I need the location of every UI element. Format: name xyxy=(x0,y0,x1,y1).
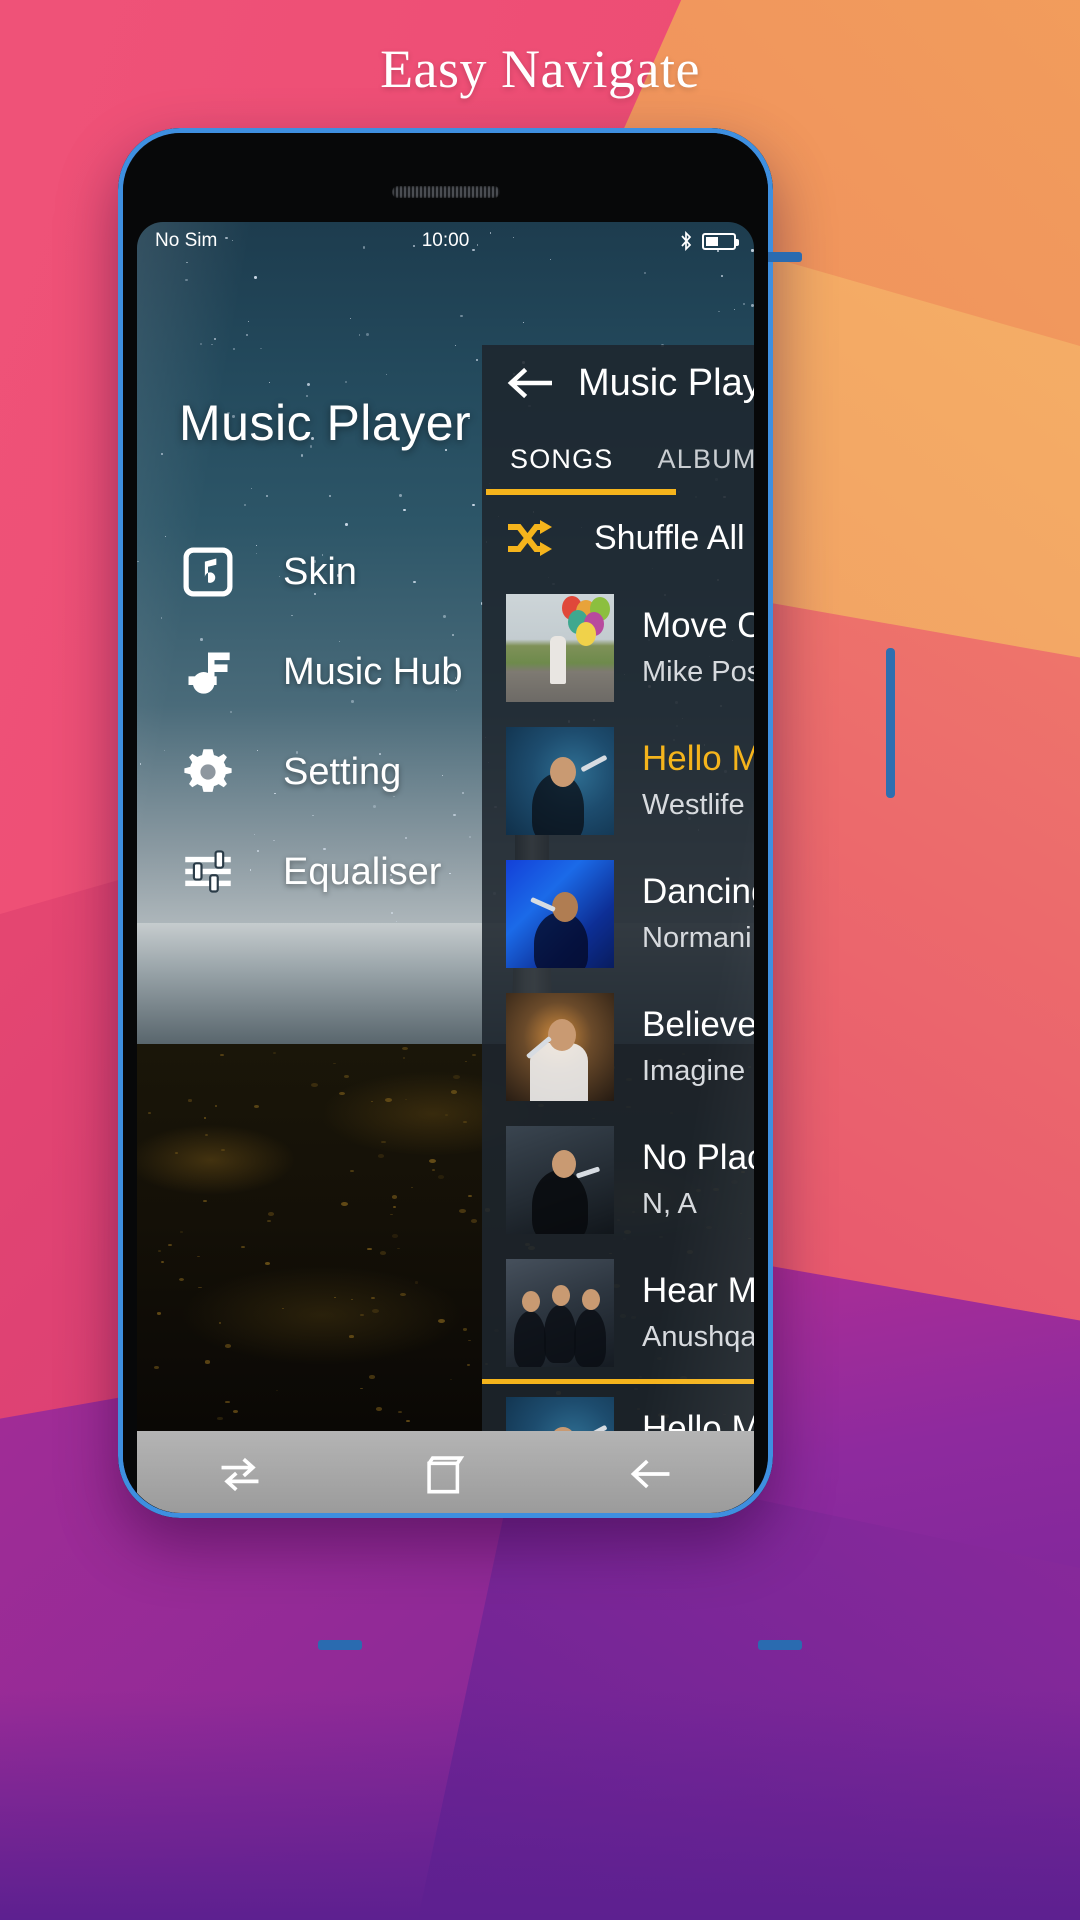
music-note-square-icon xyxy=(179,543,237,601)
frame-nub xyxy=(758,1640,802,1650)
music-note-icon xyxy=(179,643,237,701)
album-art xyxy=(506,594,614,702)
status-clock: 10:00 xyxy=(137,230,754,252)
song-meta: Hear Me Now Anushqa xyxy=(642,1269,754,1356)
drawer-item-label: Skin xyxy=(283,551,357,594)
drawer-item-label: Setting xyxy=(283,751,401,794)
songs-panel: Music Player SONGS ALBUMS xyxy=(482,345,754,1431)
shuffle-icon xyxy=(506,518,554,558)
album-art xyxy=(506,727,614,835)
song-meta: Believer Imagine Dragons xyxy=(642,1003,754,1090)
song-title: Hear Me Now xyxy=(642,1269,754,1313)
panel-header: Music Player xyxy=(482,345,754,421)
song-meta: Hello My LoveWestlife xyxy=(642,1407,754,1431)
shuffle-all-label: Shuffle All xyxy=(594,519,745,558)
battery-icon xyxy=(702,233,736,250)
phone-mockup: No Sim 10:00 Music Player Skin Music Hub… xyxy=(118,128,773,1518)
song-meta: Hello My Love Westlife xyxy=(642,737,754,824)
earpiece-speaker xyxy=(392,186,500,198)
back-arrow-icon[interactable] xyxy=(506,366,552,400)
equaliser-sliders-icon xyxy=(179,843,237,901)
android-navigation-bar xyxy=(137,1431,754,1513)
panel-title: Music Player xyxy=(578,362,754,405)
tab-albums[interactable]: ALBUMS xyxy=(636,444,754,489)
recent-apps-icon[interactable] xyxy=(214,1448,266,1500)
song-title: Hello My Love xyxy=(642,1407,754,1431)
song-artist: N, A xyxy=(642,1186,754,1224)
song-meta: Dancing With Normani xyxy=(642,870,754,957)
album-art xyxy=(506,1397,614,1432)
song-row[interactable]: No Place N, A xyxy=(482,1113,754,1246)
phone-bezel: No Sim 10:00 Music Player Skin Music Hub… xyxy=(123,133,768,1513)
song-title: Dancing With xyxy=(642,870,754,914)
album-art xyxy=(506,993,614,1101)
song-row[interactable]: Dancing With Normani xyxy=(482,847,754,980)
song-artist: Anushqa xyxy=(642,1319,754,1357)
song-artist: Normani xyxy=(642,920,754,958)
gear-icon xyxy=(179,743,237,801)
home-square-icon[interactable] xyxy=(419,1448,471,1500)
frame-nub xyxy=(318,1640,362,1650)
song-meta: Move On Mike Posner xyxy=(642,604,754,691)
album-art xyxy=(506,1259,614,1367)
song-title: Move On xyxy=(642,604,754,648)
song-row[interactable]: Move On Mike Posner xyxy=(482,581,754,714)
shuffle-all-button[interactable]: Shuffle All xyxy=(482,495,754,581)
song-title: Believer xyxy=(642,1003,754,1047)
song-list[interactable]: Move On Mike Posner Hello My Love Westlife D… xyxy=(482,581,754,1431)
song-title: No Place xyxy=(642,1136,754,1180)
song-artist: Mike Posner xyxy=(642,654,754,692)
promo-headline: Easy Navigate xyxy=(0,38,1080,100)
drawer-item-label: Equaliser xyxy=(283,851,441,894)
song-title: Hello My Love xyxy=(642,737,754,781)
song-row[interactable]: Hello My LoveWestlife xyxy=(482,1384,754,1431)
tab-bar: SONGS ALBUMS xyxy=(482,421,754,489)
page-title: Music Player xyxy=(179,394,471,452)
power-button[interactable] xyxy=(886,648,895,798)
song-artist: Westlife xyxy=(642,787,754,825)
tab-songs[interactable]: SONGS xyxy=(488,444,636,489)
song-row[interactable]: Hear Me Now Anushqa xyxy=(482,1246,754,1379)
drawer-item-label: Music Hub xyxy=(283,651,463,694)
album-art xyxy=(506,860,614,968)
status-bar: No Sim 10:00 xyxy=(137,222,754,260)
song-row[interactable]: Believer Imagine Dragons xyxy=(482,980,754,1113)
back-arrow-icon[interactable] xyxy=(625,1448,677,1500)
song-row[interactable]: Hello My Love Westlife xyxy=(482,714,754,847)
song-meta: No Place N, A xyxy=(642,1136,754,1223)
phone-screen: No Sim 10:00 Music Player Skin Music Hub… xyxy=(137,222,754,1431)
bluetooth-icon xyxy=(679,231,693,251)
album-art xyxy=(506,1126,614,1234)
song-artist: Imagine Dragons xyxy=(642,1053,754,1091)
